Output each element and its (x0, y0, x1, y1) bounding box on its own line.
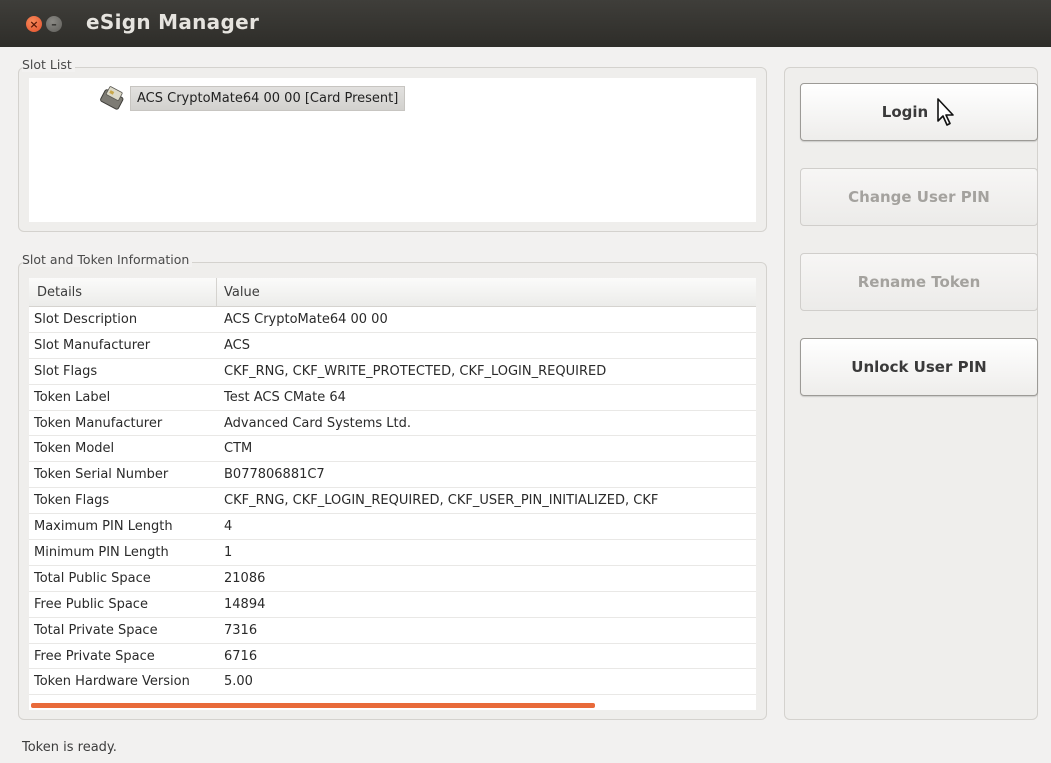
unlock-user-pin-label: Unlock User PIN (851, 358, 987, 376)
table-row[interactable]: Slot Manufacturer ACS (29, 333, 756, 359)
cell-detail: Free Private Space (34, 648, 155, 664)
unlock-user-pin-button[interactable]: Unlock User PIN (800, 338, 1038, 396)
window-title: eSign Manager (86, 10, 260, 34)
cell-value: Advanced Card Systems Ltd. (224, 415, 411, 431)
cell-detail: Total Private Space (34, 622, 158, 638)
cell-value: 5.00 (224, 674, 253, 690)
cell-value: ACS CryptoMate64 00 00 (224, 311, 388, 327)
change-user-pin-label: Change User PIN (848, 188, 990, 206)
cell-value: ACS (224, 337, 250, 353)
login-button[interactable]: Login (800, 83, 1038, 141)
cell-detail: Slot Description (34, 311, 138, 327)
cell-detail: Minimum PIN Length (34, 544, 169, 560)
cell-value: CTM (224, 441, 253, 457)
cell-detail: Token Serial Number (34, 467, 169, 483)
table-row[interactable]: Token Flags CKF_RNG, CKF_LOGIN_REQUIRED, … (29, 488, 756, 515)
slot-item-label: ACS CryptoMate64 00 00 [Card Present] (130, 85, 406, 111)
cell-value: 6716 (224, 648, 258, 664)
cell-detail: Free Public Space (34, 596, 148, 612)
card-reader-icon (100, 86, 124, 110)
table-row[interactable]: Token Manufacturer Advanced Card Systems … (29, 411, 756, 437)
table-row[interactable]: Token Model CTM (29, 436, 756, 463)
cell-value: Test ACS CMate 64 (224, 389, 346, 405)
minimize-icon[interactable]: – (46, 16, 62, 32)
login-button-label: Login (881, 103, 929, 121)
table-row[interactable]: Token Serial Number B077806881C7 (29, 462, 756, 489)
horizontal-scrollbar[interactable] (31, 703, 595, 708)
rename-token-label: Rename Token (857, 273, 981, 291)
cell-detail: Total Public Space (34, 570, 151, 586)
status-text: Token is ready. (22, 740, 117, 755)
close-icon[interactable]: × (26, 16, 42, 32)
cell-value: 21086 (224, 570, 266, 586)
cell-detail: Slot Flags (34, 363, 98, 379)
cell-value: 4 (224, 519, 233, 535)
table-row[interactable]: Maximum PIN Length 4 (29, 514, 756, 541)
cell-value: CKF_RNG, CKF_WRITE_PROTECTED, CKF_LOGIN_… (224, 363, 607, 379)
slot-list[interactable]: ACS CryptoMate64 00 00 [Card Present] (29, 78, 756, 222)
cell-value: B077806881C7 (224, 467, 325, 483)
cell-detail: Maximum PIN Length (34, 519, 173, 535)
slot-list-item[interactable]: ACS CryptoMate64 00 00 [Card Present] (99, 84, 406, 112)
column-header-value[interactable]: Value (217, 285, 260, 300)
table-row[interactable]: Slot Description ACS CryptoMate64 00 00 (29, 307, 756, 333)
table-row[interactable]: Minimum PIN Length 1 (29, 540, 756, 566)
cell-detail: Token Model (34, 441, 115, 457)
mouse-pointer-icon (937, 98, 955, 126)
title-bar: × – eSign Manager (0, 0, 1051, 47)
cell-detail: Token Label (34, 389, 111, 405)
column-header-details[interactable]: Details (29, 278, 217, 306)
table-row[interactable]: Total Private Space 7316 (29, 618, 756, 644)
table-row[interactable]: Token Hardware Version 5.00 (29, 669, 756, 696)
change-user-pin-button[interactable]: Change User PIN (800, 168, 1038, 226)
token-info-table[interactable]: Details Value Slot Description ACS Crypto… (29, 278, 756, 710)
table-header: Details Value (29, 278, 756, 307)
table-row[interactable]: Token Label Test ACS CMate 64 (29, 385, 756, 411)
token-info-group-title: Slot and Token Information (22, 252, 193, 267)
table-body: Slot Description ACS CryptoMate64 00 00 Sl… (29, 307, 756, 696)
table-row[interactable]: Free Public Space 14894 (29, 592, 756, 618)
slot-list-group-title: Slot List (22, 57, 75, 72)
cell-value: 14894 (224, 596, 266, 612)
cell-value: CKF_RNG, CKF_LOGIN_REQUIRED, CKF_USER_PI… (224, 493, 659, 509)
cell-detail: Token Hardware Version (34, 674, 190, 690)
table-row[interactable]: Free Private Space 6716 (29, 644, 756, 670)
cell-detail: Token Manufacturer (34, 415, 163, 431)
cell-value: 7316 (224, 622, 258, 638)
table-row[interactable]: Slot Flags CKF_RNG, CKF_WRITE_PROTECTED, … (29, 359, 756, 385)
cell-value: 1 (224, 544, 233, 560)
table-row[interactable]: Total Public Space 21086 (29, 566, 756, 592)
rename-token-button[interactable]: Rename Token (800, 253, 1038, 311)
cell-detail: Token Flags (34, 493, 110, 509)
cell-detail: Slot Manufacturer (34, 337, 151, 353)
